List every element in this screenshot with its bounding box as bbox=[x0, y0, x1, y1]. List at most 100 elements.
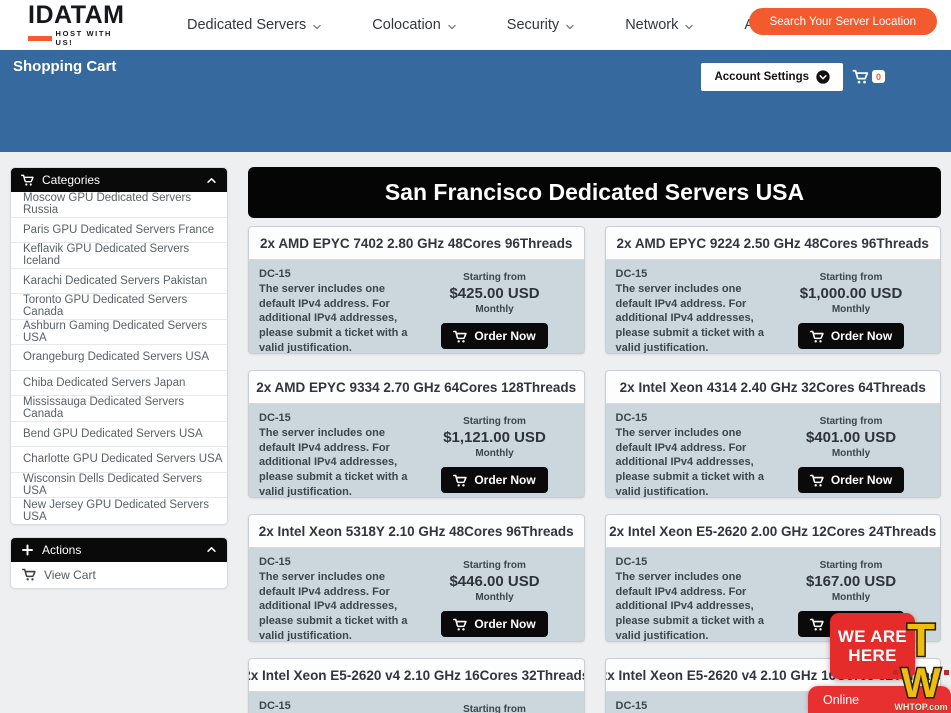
nav-menu-item-label: Network bbox=[625, 17, 678, 33]
nav-menu-item-label: Dedicated Servers bbox=[187, 17, 306, 33]
chevron-down-icon bbox=[447, 22, 457, 32]
category-link[interactable]: Wisconsin Dells Dedicated Servers USA bbox=[11, 473, 227, 499]
order-now-button[interactable]: Order Now bbox=[798, 323, 904, 349]
price-value: $1,000.00 USD bbox=[772, 285, 930, 302]
shopping-cart-icon bbox=[810, 618, 824, 631]
order-now-label: Order Now bbox=[474, 617, 535, 631]
categories-panel: Categories Moscow GPU Dedicated Servers … bbox=[10, 167, 228, 525]
order-now-label: Order Now bbox=[831, 329, 892, 343]
server-card: 2x AMD EPYC 9224 2.50 GHz 48Cores 96Thre… bbox=[605, 226, 942, 354]
datacenter-code: DC-15 bbox=[616, 268, 773, 280]
server-card-title: 2x Intel Xeon 4314 2.40 GHz 32Cores 64Th… bbox=[606, 371, 941, 404]
order-now-button[interactable]: Order Now bbox=[441, 467, 547, 493]
price-value: $446.00 USD bbox=[416, 573, 574, 590]
monthly-label: Monthly bbox=[772, 448, 930, 459]
category-link[interactable]: Moscow GPU Dedicated Servers Russia bbox=[11, 192, 227, 218]
chevron-down-icon bbox=[565, 22, 575, 32]
category-link-label: Toronto GPU Dedicated Servers Canada bbox=[23, 294, 227, 318]
starting-from-label: Starting from bbox=[416, 416, 574, 427]
header-cart-button[interactable]: 0 bbox=[852, 69, 885, 84]
category-link[interactable]: Charlotte GPU Dedicated Servers USA bbox=[11, 447, 227, 473]
nav-menu-item[interactable]: Security bbox=[482, 17, 600, 33]
server-card: 2x Intel Xeon E5-2620 v4 2.10 GHz 16Core… bbox=[248, 658, 585, 713]
price-value: $1,121.00 USD bbox=[416, 429, 574, 446]
order-now-button[interactable]: Order Now bbox=[441, 323, 547, 349]
search-server-location-button[interactable]: Search Your Server Location bbox=[749, 8, 937, 35]
nav-menu-item[interactable]: Dedicated Servers bbox=[162, 17, 347, 33]
chevron-down-icon bbox=[684, 22, 694, 32]
starting-from-label: Starting from bbox=[416, 704, 574, 713]
categories-title: Categories bbox=[42, 173, 100, 187]
shopping-cart-icon bbox=[453, 474, 467, 487]
category-link-label: New Jersey GPU Dedicated Servers USA bbox=[23, 499, 227, 523]
order-now-button[interactable]: Order Now bbox=[798, 467, 904, 493]
category-link-label: Mississauga Dedicated Servers Canada bbox=[23, 396, 227, 420]
category-link[interactable]: Paris GPU Dedicated Servers France bbox=[11, 218, 227, 244]
server-card-title: 2x Intel Xeon E5-2620 2.00 GHz 12Cores 2… bbox=[606, 515, 941, 548]
category-link[interactable]: New Jersey GPU Dedicated Servers USA bbox=[11, 498, 227, 524]
category-link[interactable]: Orangeburg Dedicated Servers USA bbox=[11, 345, 227, 371]
nav-menu-item-label: Security bbox=[507, 17, 559, 33]
datacenter-code: DC-15 bbox=[616, 700, 773, 712]
category-link[interactable]: Bend GPU Dedicated Servers USA bbox=[11, 422, 227, 448]
order-now-label: Order Now bbox=[474, 473, 535, 487]
shopping-cart-icon bbox=[810, 330, 824, 343]
logo-wordmark: IDATAM bbox=[28, 3, 132, 28]
chevron-up-icon bbox=[206, 175, 217, 186]
shopping-cart-icon bbox=[453, 618, 467, 631]
datacenter-code: DC-15 bbox=[259, 412, 416, 424]
price-value: $167.00 USD bbox=[772, 573, 930, 590]
server-card: 2x AMD EPYC 7402 2.80 GHz 48Cores 96Thre… bbox=[248, 226, 585, 354]
server-card-title: 2x Intel Xeon E5-2620 v4 2.10 GHz 16Core… bbox=[249, 659, 584, 692]
starting-from-label: Starting from bbox=[416, 560, 574, 571]
location-heading: San Francisco Dedicated Servers USA bbox=[248, 167, 941, 218]
category-link[interactable]: Ashburn Gaming Dedicated Servers USA bbox=[11, 320, 227, 346]
order-now-label: Order Now bbox=[831, 473, 892, 487]
category-link-label: Charlotte GPU Dedicated Servers USA bbox=[23, 453, 222, 465]
categories-list: Moscow GPU Dedicated Servers Russia Pari… bbox=[11, 192, 227, 524]
datacenter-code: DC-15 bbox=[616, 412, 773, 424]
datacenter-code: DC-15 bbox=[259, 268, 416, 280]
live-chat-status-label: Online bbox=[823, 693, 859, 707]
categories-panel-header[interactable]: Categories bbox=[11, 168, 227, 192]
category-link-label: Chiba Dedicated Servers Japan bbox=[23, 377, 185, 389]
logo-tagline: HOST WITH US! bbox=[56, 29, 132, 47]
page-banner: Shopping Cart Account Settings 0 bbox=[0, 50, 951, 152]
actions-panel: Actions View Cart bbox=[10, 537, 228, 589]
price-value: $401.00 USD bbox=[772, 429, 930, 446]
price-value: $425.00 USD bbox=[416, 285, 574, 302]
starting-from-label: Starting from bbox=[416, 272, 574, 283]
category-link[interactable]: Chiba Dedicated Servers Japan bbox=[11, 371, 227, 397]
we-are-here-line2: HERE bbox=[848, 646, 896, 665]
actions-panel-header[interactable]: Actions bbox=[11, 538, 227, 562]
starting-from-label: Starting from bbox=[772, 560, 930, 571]
server-description: The server includes one default IPv4 add… bbox=[259, 426, 416, 498]
account-settings-button[interactable]: Account Settings bbox=[701, 63, 843, 91]
view-cart-link[interactable]: View Cart bbox=[11, 562, 227, 588]
category-link[interactable]: Mississauga Dedicated Servers Canada bbox=[11, 396, 227, 422]
actions-title: Actions bbox=[42, 543, 81, 557]
starting-from-label: Starting from bbox=[772, 416, 930, 427]
category-link-label: Karachi Dedicated Servers Pakistan bbox=[23, 275, 207, 287]
nav-menu-item[interactable]: Network bbox=[600, 17, 719, 33]
category-link-label: Orangeburg Dedicated Servers USA bbox=[23, 351, 209, 363]
nav-menu-item[interactable]: Colocation bbox=[347, 17, 482, 33]
watermark-caption: WHTOP.com bbox=[894, 702, 947, 712]
category-link[interactable]: Karachi Dedicated Servers Pakistan bbox=[11, 269, 227, 295]
server-card-title: 2x Intel Xeon 5318Y 2.10 GHz 48Cores 96T… bbox=[249, 515, 584, 548]
chevron-up-icon bbox=[206, 544, 217, 555]
server-description: The server includes one default IPv4 add… bbox=[616, 426, 773, 498]
monthly-label: Monthly bbox=[416, 448, 574, 459]
datacenter-code: DC-15 bbox=[616, 556, 773, 568]
category-link[interactable]: Toronto GPU Dedicated Servers Canada bbox=[11, 294, 227, 320]
category-link[interactable]: Keflavik GPU Dedicated Servers Iceland bbox=[11, 243, 227, 269]
shopping-cart-icon bbox=[21, 174, 34, 186]
order-now-button[interactable]: Order Now bbox=[441, 611, 547, 637]
server-description: The server includes one default IPv4 add… bbox=[259, 570, 416, 642]
site-logo[interactable]: IDATAM HOST WITH US! bbox=[28, 3, 132, 47]
starting-from-label: Starting from bbox=[772, 272, 930, 283]
datacenter-code: DC-15 bbox=[259, 556, 416, 568]
server-description: The server includes one default IPv4 add… bbox=[616, 282, 773, 354]
server-card: 2x Intel Xeon 4314 2.40 GHz 32Cores 64Th… bbox=[605, 370, 942, 498]
circle-arrow-down-icon bbox=[816, 70, 830, 84]
